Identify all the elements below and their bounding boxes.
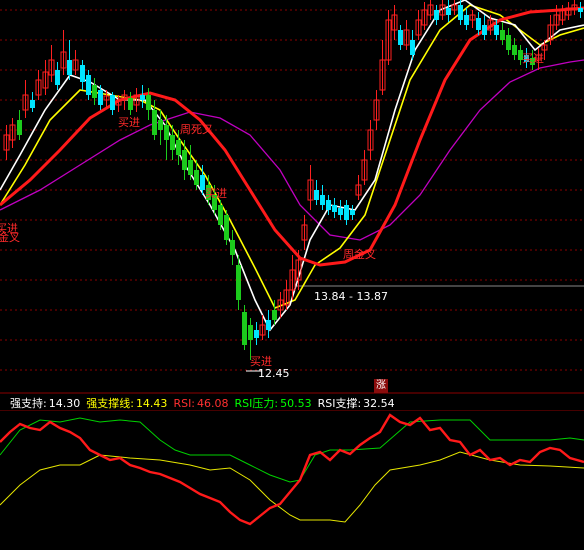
candle-body [314,190,319,200]
candle-body [176,140,181,155]
candle-body [30,100,35,108]
candle-body [464,15,469,25]
candle-body [230,240,235,255]
candle-body [344,205,349,220]
candle-body [410,40,415,55]
candle-body [170,135,175,150]
rsi-line [0,413,584,526]
support-line-label: 强支撑线: [86,397,134,410]
candlestick-chart[interactable] [0,0,584,394]
rsi-pressure-line [0,417,584,483]
stock-chart-window: 买进 金叉 买进 周死叉 买进 13.84 - 13.87 买进 12.45 周… [0,0,584,550]
candle-body [67,60,72,75]
candle-body [446,8,451,15]
candle-body [164,125,169,140]
candle-body [332,205,337,212]
candle-body [254,330,259,338]
candle-body [92,85,97,98]
candle-body [152,110,157,135]
rsi-pressure-value: 50.53 [280,396,312,410]
candle-body [320,195,325,205]
rsi-support-line [0,451,584,523]
candle-body [158,120,163,130]
candle-body [140,95,145,100]
candle-body [110,95,115,110]
candle-body [578,8,583,12]
rsi-label: RSI: [173,396,196,410]
candle-body [326,200,331,210]
candle-body [434,10,439,20]
candle-body [80,65,85,82]
annotation-buy-mid: 买进 [118,116,140,129]
price-range-label: 13.84 - 13.87 [314,290,388,303]
candle-body [55,70,60,85]
candle-body [272,310,277,320]
candle-body [182,150,187,170]
rsi-indicator-panel[interactable] [0,410,584,550]
candle-body [500,30,505,40]
candle-body [86,75,91,95]
candle-body [236,265,241,300]
annotation-buy-right: 买进 [522,52,544,65]
candle-body [224,215,229,240]
candle-body [506,35,511,50]
candle-body [482,25,487,35]
annotation-buy-mid2: 买进 [205,187,227,200]
strong-support-label: 强支持: [10,397,47,410]
rsi-value: 46.08 [197,396,229,410]
candle-body [194,170,199,185]
candle-body [188,160,193,175]
candle-body [494,25,499,35]
candle-body [512,45,517,55]
candle-body [458,5,463,20]
rsi-support-value: 32.54 [363,396,395,410]
candle-body [128,98,133,110]
rise-badge[interactable]: 涨 [374,379,388,393]
candle-body [476,18,481,30]
candle-body [218,205,223,225]
rsi-pressure-label: RSI压力: [234,397,279,410]
candle-body [338,208,343,215]
strong-support-value: 14.30 [48,396,81,410]
rsi-support-label: RSI支撑: [317,397,362,410]
annotation-weekly-death-cross: 周死叉 [180,123,213,136]
candle-body [242,312,247,345]
candle-body [350,210,355,215]
candle-body [248,325,253,340]
low-price-label: 12.45 [258,367,290,380]
candle-body [398,30,403,45]
support-line-value: 14.43 [135,396,168,410]
candle-body [98,90,103,105]
annotation-weekly-golden-cross: 周金叉 [343,248,376,261]
ma-red-line [0,6,584,267]
annotation-golden-cross-left: 金叉 [0,231,20,244]
candle-body [266,320,271,330]
candle-body [146,95,151,110]
candle-body [17,120,22,135]
